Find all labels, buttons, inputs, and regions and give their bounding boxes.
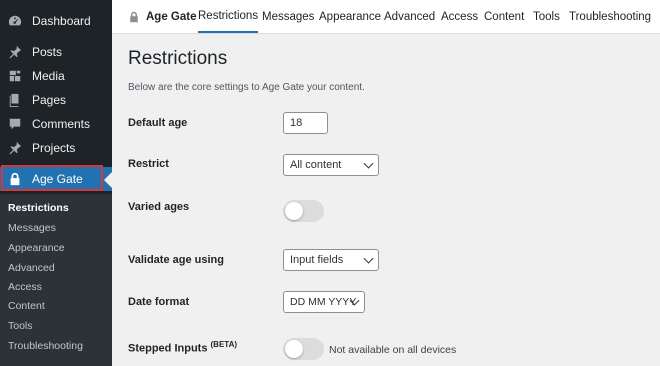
validate-age-label: Validate age using (128, 254, 224, 266)
restrict-value: All content (290, 159, 342, 171)
submenu-item-tools[interactable]: Tools (8, 320, 33, 332)
chevron-down-icon (363, 253, 374, 264)
brand: Age Gate (128, 0, 197, 33)
validate-age-value: Input fields (290, 254, 344, 266)
default-age-label: Default age (128, 117, 188, 129)
submenu-item-appearance[interactable]: Appearance (8, 242, 65, 254)
menu-item-label: Posts (32, 45, 63, 59)
tab-appearance[interactable]: Appearance (319, 0, 381, 33)
menu-item-label: Pages (32, 93, 67, 107)
varied-ages-label: Varied ages (128, 201, 190, 213)
menu-item-label: Projects (32, 141, 76, 155)
stepped-inputs-text: Stepped Inputs (128, 342, 208, 355)
media-icon (7, 68, 23, 84)
toggle-knob (285, 202, 303, 220)
submenu-item-access[interactable]: Access (8, 281, 42, 293)
tab-tools[interactable]: Tools (533, 0, 560, 33)
dashboard-icon (7, 13, 23, 29)
menu-item-projects[interactable]: Projects (0, 136, 112, 160)
validate-age-select[interactable]: Input fields (283, 249, 379, 271)
page-title: Restrictions (128, 48, 228, 69)
stepped-inputs-toggle[interactable] (283, 338, 324, 360)
varied-ages-toggle[interactable] (283, 200, 324, 222)
tab-access[interactable]: Access (441, 0, 478, 33)
beta-tag: (BETA) (210, 340, 238, 349)
tab-troubleshooting[interactable]: Troubleshooting (569, 0, 651, 33)
tab-content[interactable]: Content (484, 0, 524, 33)
date-format-label: Date format (128, 296, 190, 308)
submenu-item-messages[interactable]: Messages (8, 222, 56, 234)
submenu-item-advanced[interactable]: Advanced (8, 262, 55, 274)
stepped-inputs-label: Stepped Inputs (BETA) (128, 340, 237, 355)
restrict-label: Restrict (128, 158, 169, 170)
menu-item-media[interactable]: Media (0, 64, 112, 88)
menu-item-label: Comments (32, 117, 91, 131)
menu-item-pages[interactable]: Pages (0, 88, 112, 112)
page-description: Below are the core settings to Age Gate … (128, 82, 365, 93)
default-age-input[interactable]: 18 (283, 112, 328, 134)
toggle-knob (285, 340, 303, 358)
lock-icon (128, 11, 140, 23)
pin-icon (7, 44, 23, 60)
tab-advanced[interactable]: Advanced (384, 0, 435, 33)
menu-item-label: Dashboard (32, 14, 91, 28)
menu-item-label: Media (32, 69, 65, 83)
settings-tab-bar: Age Gate Restrictions Messages Appearanc… (112, 0, 660, 34)
active-menu-arrow (104, 172, 112, 188)
brand-label: Age Gate (146, 10, 197, 23)
highlight-outline (1, 165, 103, 191)
submenu-item-restrictions[interactable]: Restrictions (8, 202, 69, 214)
chevron-down-icon (363, 158, 374, 169)
pin-icon (7, 140, 23, 156)
submenu: Restrictions Messages Appearance Advance… (0, 194, 112, 366)
menu-item-dashboard[interactable]: Dashboard (0, 9, 112, 33)
tab-restrictions[interactable]: Restrictions (198, 0, 259, 33)
pages-icon (7, 92, 23, 108)
comment-icon (7, 116, 23, 132)
admin-sidebar: Dashboard Posts Media Pages Comments Pro… (0, 0, 112, 366)
tab-messages[interactable]: Messages (262, 0, 314, 33)
menu-item-comments[interactable]: Comments (0, 112, 112, 136)
submenu-item-troubleshooting[interactable]: Troubleshooting (8, 340, 83, 352)
menu-item-posts[interactable]: Posts (0, 40, 112, 64)
date-format-value: DD MM YYYY (290, 296, 357, 308)
restrict-select[interactable]: All content (283, 154, 379, 176)
stepped-inputs-note: Not available on all devices (329, 344, 457, 356)
date-format-select[interactable]: DD MM YYYY (283, 291, 365, 313)
settings-content: Restrictions Below are the core settings… (112, 34, 660, 366)
submenu-item-content[interactable]: Content (8, 300, 45, 312)
